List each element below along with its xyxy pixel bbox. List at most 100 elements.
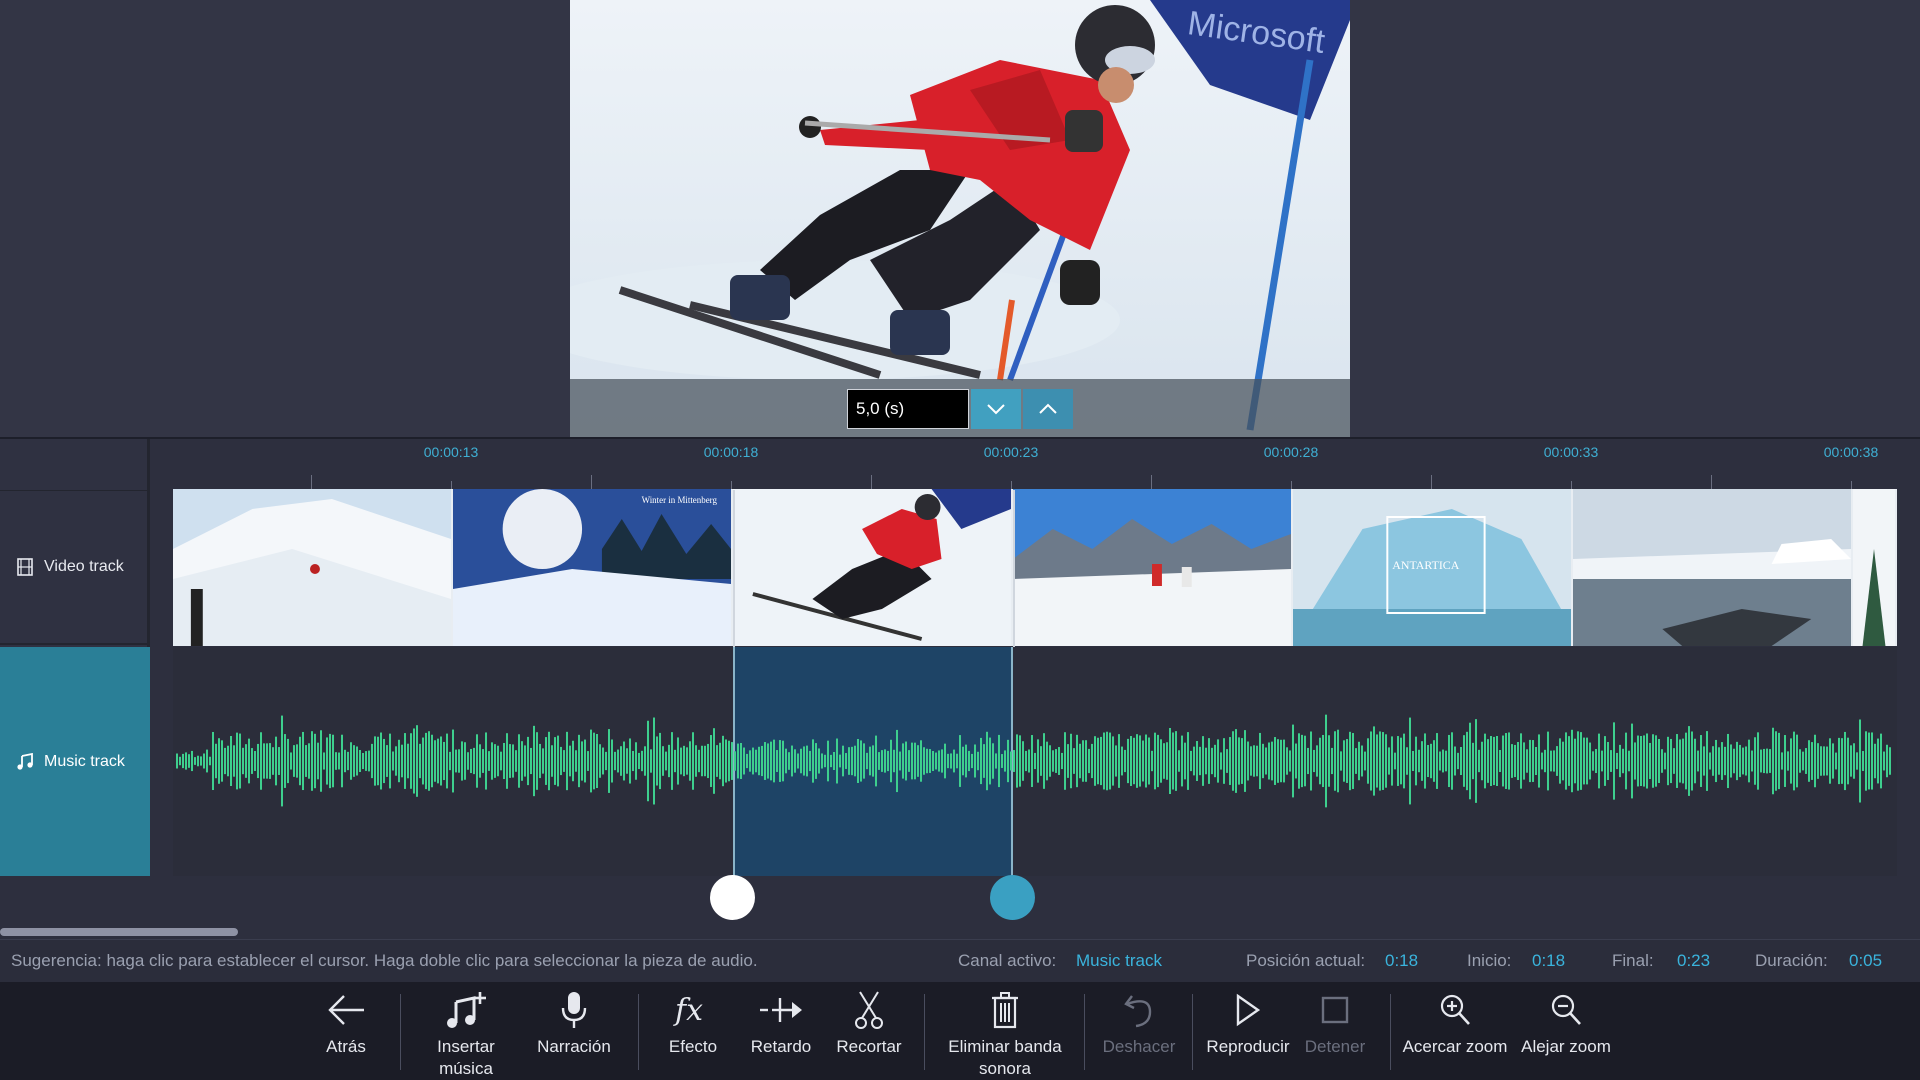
delay-button[interactable]: Retardo [746,982,816,1080]
selection-start-line [733,490,735,647]
timeline[interactable]: Video track Music track 00:00:13 00:00:1… [0,437,1920,939]
zoom-in-button[interactable]: Acercar zoom [1400,982,1510,1080]
clip-thumbnail [733,489,1011,646]
video-track-header[interactable]: Video track [0,491,150,645]
clip-thumbnail [1013,489,1291,646]
music-track-header[interactable]: Music track [0,647,150,876]
delete-soundtrack-label: Eliminar banda sonora [948,1036,1061,1080]
stop-label: Detener [1304,1037,1366,1056]
zoom-in-label: Acercar zoom [1402,1037,1508,1056]
end-value: 0:23 [1677,951,1711,970]
bottom-toolbar: Atrás Insertar música Narración fx Efecto… [0,982,1920,1080]
zoom-out-label: Alejar zoom [1521,1037,1611,1056]
clip-caption: Winter in Mittenberg [642,495,718,505]
delete-soundtrack-label-line1: Eliminar banda [948,1037,1062,1056]
clip-thumbnail: Winter in Mittenberg [453,489,731,646]
delay-arrow-icon [760,998,802,1022]
narration-button[interactable]: Narración [534,982,614,1080]
ruler-corner [0,439,150,491]
selection-end-line [1013,490,1015,647]
undo-button[interactable]: Deshacer [1100,982,1178,1080]
duration-value: 0:05 [1849,951,1883,970]
trim-button[interactable]: Recortar [830,982,908,1080]
fx-icon: fx [673,993,703,1028]
clip-antartica-iceberg[interactable]: ANTARTICA [1293,489,1573,646]
clip-thumbnail [173,489,451,646]
duration-label: Duración: [1755,951,1828,970]
clip-skier-slalom[interactable] [733,489,1013,646]
music-add-icon [447,992,486,1028]
status-hint: Sugerencia: haga clic para establecer el… [11,951,758,970]
clip-mountain-hikers[interactable] [1013,489,1293,646]
clip-snowy-slope[interactable] [173,489,453,646]
zoom-in-icon [1440,994,1470,1025]
scissors-icon [855,991,883,1029]
active-channel-value: Music track [1076,951,1162,970]
music-note-icon [17,752,33,770]
position-value: 0:18 [1385,951,1419,970]
preview-area: Microsoft [0,0,1920,437]
trash-icon [992,992,1018,1029]
start-value: 0:18 [1532,951,1566,970]
toolbar-separator [400,994,401,1070]
chevron-up-icon [1039,403,1057,414]
end-label: Final: [1612,951,1654,970]
undo-icon [1124,995,1152,1028]
duration-input[interactable] [847,389,969,429]
track-headers: Video track Music track [0,439,150,876]
ruler-label: 00:00:28 [1263,444,1319,460]
insert-music-label-line1: Insertar [437,1037,495,1056]
decrease-duration-button[interactable] [971,389,1021,429]
insert-music-label: Insertar música [437,1036,495,1080]
clip-snowy-trees[interactable] [1853,489,1897,646]
duration-control-bar [570,379,1350,437]
ruler-label: 00:00:23 [983,444,1039,460]
selection-end-handle[interactable] [990,875,1035,920]
stop-icon [1321,996,1349,1024]
toolbar-separator [638,994,639,1070]
effect-button[interactable]: fx Efecto [662,982,724,1080]
increase-duration-button[interactable] [1023,389,1073,429]
ruler-label: 00:00:33 [1543,444,1599,460]
music-track-area[interactable] [173,490,1897,876]
play-icon [1236,993,1261,1027]
delete-soundtrack-button[interactable]: Eliminar banda sonora [942,982,1068,1080]
ruler-label: 00:00:18 [703,444,759,460]
ruler-label: 00:00:13 [423,444,479,460]
audio-waveform [176,714,1891,808]
film-icon [17,558,33,576]
video-track-strip[interactable]: Winter in Mittenberg ANTARTICA [173,489,1897,646]
zoom-out-button[interactable]: Alejar zoom [1516,982,1616,1080]
arrow-left-icon [328,995,364,1025]
zoom-out-icon [1551,994,1581,1025]
skier-illustration: Microsoft [570,0,1350,437]
selection-start-handle[interactable] [710,875,755,920]
music-track-label: Music track [44,752,125,770]
active-channel-label: Canal activo: [958,951,1057,970]
trim-label: Recortar [836,1037,902,1056]
stop-button[interactable]: Detener [1302,982,1368,1080]
status-bar: Sugerencia: haga clic para establecer el… [0,939,1920,982]
effect-label: Efecto [668,1037,718,1056]
play-label: Reproducir [1206,1037,1290,1056]
clip-caption: ANTARTICA [1392,558,1459,572]
ruler-label: 00:00:38 [1823,444,1879,460]
svg-text:fx: fx [673,993,703,1028]
toolbar-separator [1084,994,1085,1070]
start-label: Inicio: [1467,951,1512,970]
toolbar-separator [1390,994,1391,1070]
clip-thumbnail [1573,489,1851,646]
clip-thumbnail [1853,489,1895,646]
chevron-down-icon [987,404,1005,415]
narration-label: Narración [537,1037,611,1056]
time-ruler[interactable]: 00:00:13 00:00:18 00:00:23 00:00:28 00:0… [173,439,1920,491]
undo-label: Deshacer [1102,1037,1176,1056]
back-button[interactable]: Atrás [318,982,374,1080]
insert-music-button[interactable]: Insertar música [424,982,508,1080]
play-button[interactable]: Reproducir [1204,982,1292,1080]
clip-polar-shore[interactable] [1573,489,1853,646]
timeline-scrollbar[interactable] [0,928,238,936]
position-label: Posición actual: [1246,951,1366,970]
clip-winter-sun[interactable]: Winter in Mittenberg [453,489,733,646]
delay-label: Retardo [750,1037,812,1056]
